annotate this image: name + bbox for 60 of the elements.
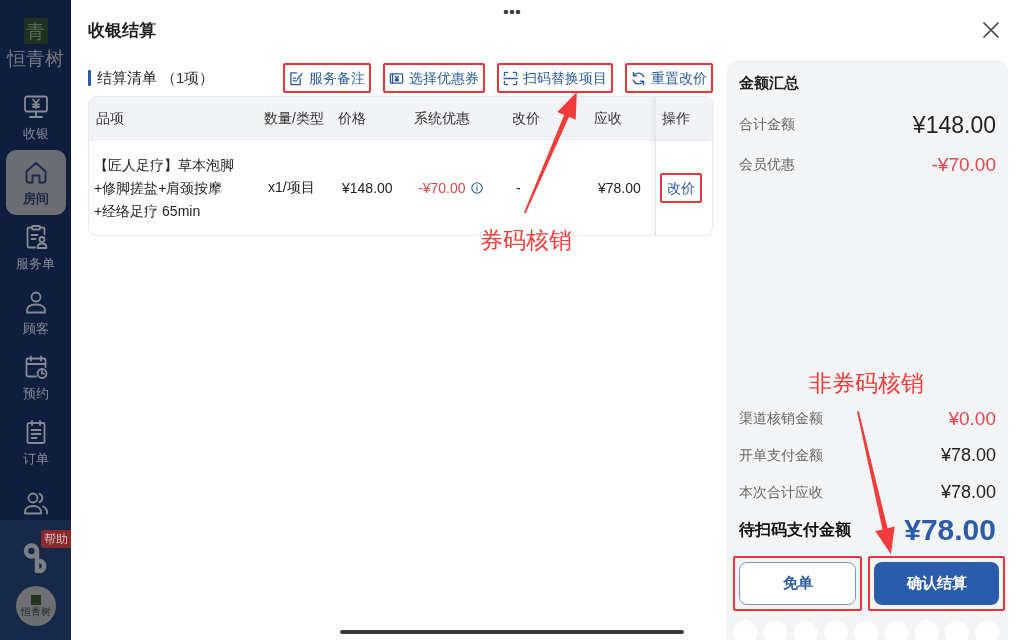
three-dots-icon[interactable] <box>503 9 521 15</box>
confirm-button[interactable]: 确认结算 <box>874 562 999 605</box>
logo-mark: 青 <box>23 18 48 44</box>
brand-name: 恒青树 <box>7 47 64 69</box>
column-header: 系统优惠 <box>413 109 471 128</box>
dialog-title: 收银结算 <box>88 19 156 42</box>
reset-price-button[interactable]: 重置改价 <box>631 67 707 89</box>
nav-item[interactable]: 房间 <box>5 150 66 215</box>
item-count: （1项） <box>161 68 215 88</box>
nav-item[interactable]: 预约 <box>5 345 66 410</box>
close-icon <box>982 21 1000 39</box>
ticket-icon <box>389 70 404 86</box>
info-icon[interactable] <box>471 182 484 194</box>
table-cell-text: - <box>515 180 521 196</box>
edit-note-icon <box>289 70 304 86</box>
amount-value: ¥148.00 <box>912 111 996 139</box>
summary-title: 金额汇总 <box>739 74 800 93</box>
coupon-button[interactable]: 选择优惠券 <box>389 67 479 89</box>
due-label: 待扫码支付金额 <box>739 519 851 540</box>
amount-label: 会员优惠 <box>739 156 795 174</box>
help-badge[interactable]: 帮助 <box>41 530 71 548</box>
column-header: 操作 <box>655 97 712 141</box>
refresh-icon <box>631 70 646 86</box>
amount-value: -¥70.00 <box>931 154 996 176</box>
nav-item[interactable]: 顾客 <box>5 280 66 345</box>
section-title: 结算清单 <box>97 68 157 88</box>
edit-price-link[interactable]: 改价 <box>666 177 696 199</box>
nav-item[interactable]: 订单 <box>5 410 66 475</box>
column-header: 数量/类型 <box>263 109 325 128</box>
monitor-icon <box>22 94 49 120</box>
column-header: 应收 <box>593 109 623 128</box>
amount-value: ¥78.00 <box>940 445 996 466</box>
amount-label: 渠道核销金额 <box>739 409 823 428</box>
amount-label: 合计金额 <box>739 116 795 134</box>
column-header: 改价 <box>511 109 541 128</box>
amount-label: 开单支付金额 <box>739 446 823 465</box>
amount-value: ¥78.00 <box>940 482 996 503</box>
due-amount: ¥78.00 <box>904 513 996 547</box>
scan-icon <box>503 70 518 86</box>
accent-bar-icon <box>88 70 91 86</box>
table-cell-text: ¥148.00 <box>341 180 393 196</box>
annotation-text: 券码核销 <box>480 227 572 253</box>
scan-replace-button[interactable]: 扫码替换项目 <box>503 67 607 89</box>
column-header: 品项 <box>95 109 125 128</box>
amount-label: 本次合计应收 <box>739 483 823 502</box>
waive-button[interactable]: 免单 <box>739 562 856 605</box>
column-header: 价格 <box>337 109 367 128</box>
people-icon <box>22 490 49 516</box>
table-cell-text: ¥78.00 <box>597 180 641 196</box>
discount-amount: -¥70.00 <box>418 180 466 196</box>
table-cell-text: 【匠人足疗】草本泡脚+修脚搓盐+肩颈按摩+经络足疗 65min <box>93 155 235 221</box>
annotation-text: 非券码核销 <box>809 370 924 396</box>
service-note-button[interactable]: 服务备注 <box>289 67 365 89</box>
close-button[interactable] <box>980 19 1002 41</box>
amount-value: ¥0.00 <box>948 407 996 430</box>
logo-icon <box>30 595 41 605</box>
nav-item[interactable]: 收银 <box>5 85 66 150</box>
account-avatar[interactable]: 恒青树 <box>15 586 56 626</box>
nav-item[interactable]: 服务单 <box>5 215 66 280</box>
table-cell-text: x1/项目 <box>267 179 315 197</box>
